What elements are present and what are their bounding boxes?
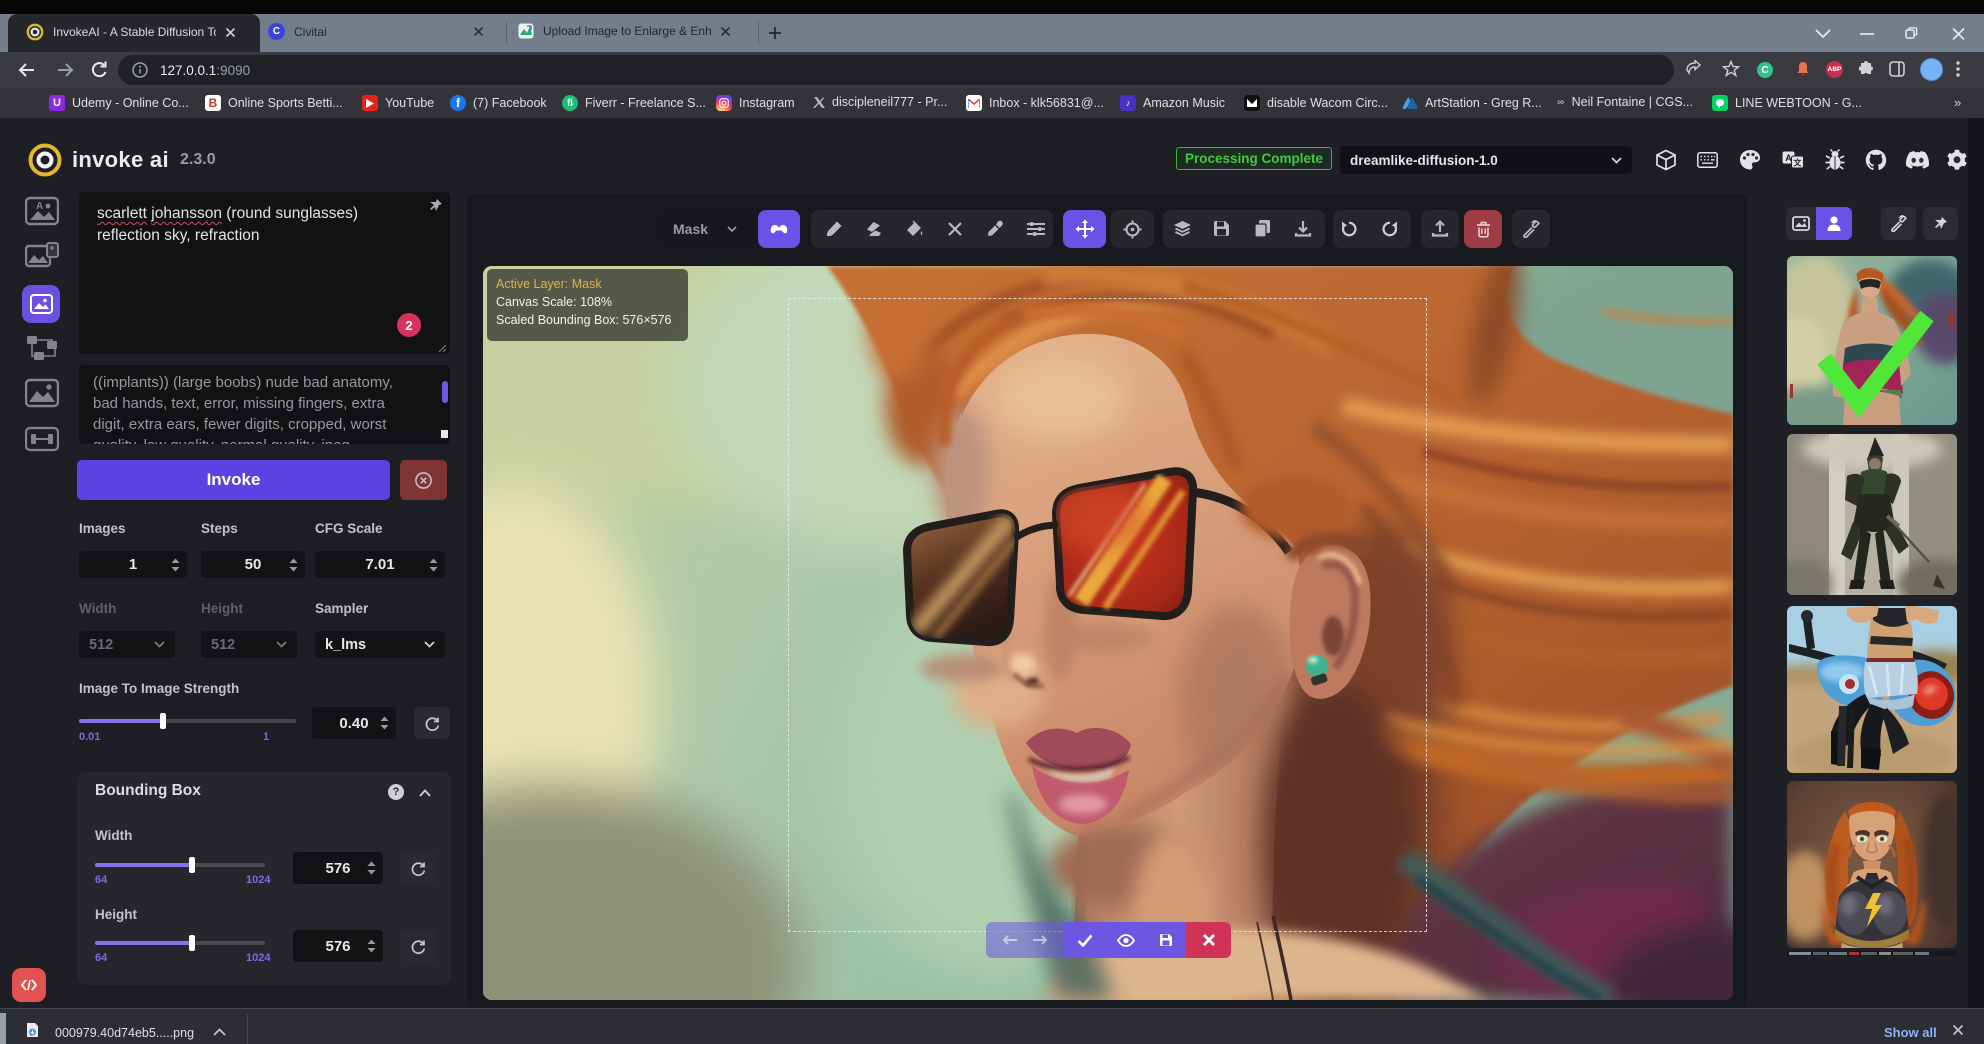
svg-text:A: A [36,201,43,212]
svg-text:文: 文 [1794,158,1803,168]
